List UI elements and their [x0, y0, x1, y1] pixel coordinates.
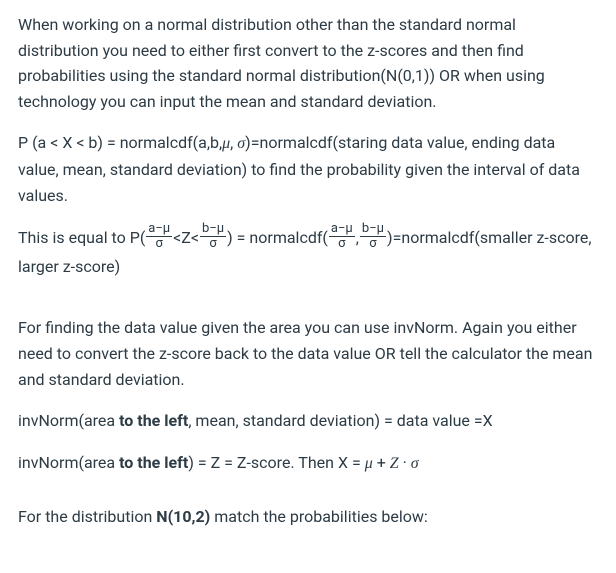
paragraph-question-prompt: For the distribution N(10,2) match the p… [18, 504, 598, 530]
paragraph-invnorm-formula-1: invNorm(area to the left, mean, standard… [18, 408, 598, 434]
text-segment: ) = normalcdf( [227, 228, 328, 247]
text-bold: to the left [119, 453, 188, 472]
symbol-sigma: σ [237, 135, 245, 152]
fraction-numerator: b−μ [360, 222, 386, 237]
text-segment: <Z< [173, 228, 199, 247]
fraction: a−μσ [146, 222, 172, 252]
symbol-z: Z [390, 455, 399, 472]
text-segment: + [373, 453, 390, 472]
fraction: a−μσ [329, 222, 355, 252]
fraction-denominator: σ [329, 237, 355, 251]
paragraph-invnorm-intro: For finding the data value given the are… [18, 315, 598, 392]
text-segment: ) = Z = Z-score. Then X = [188, 453, 364, 472]
text-bold: to the left [119, 411, 188, 430]
paragraph-zscore-equivalence: This is equal to P(a−μσ<Z<b−μσ) = normal… [18, 224, 598, 279]
paragraph-intro: When working on a normal distribution ot… [18, 12, 598, 114]
fraction-denominator: σ [146, 237, 172, 251]
fraction-numerator: a−μ [329, 222, 355, 237]
symbol-sigma: σ [411, 455, 419, 472]
paragraph-invnorm-formula-2: invNorm(area to the left) = Z = Z-score.… [18, 450, 598, 477]
text-segment: This is equal to P( [18, 228, 145, 247]
symbol-mu: μ [365, 455, 373, 472]
fraction: b−μσ [360, 222, 386, 252]
symbol-mu: μ [222, 135, 230, 152]
text-segment: For the distribution [18, 507, 156, 526]
fraction-numerator: a−μ [146, 222, 172, 237]
text-segment: , mean, standard deviation) = data value… [188, 411, 492, 430]
text-segment: · [399, 453, 411, 472]
fraction-denominator: σ [360, 237, 386, 251]
text-segment: invNorm(area [18, 411, 119, 430]
text-segment: , [356, 228, 359, 247]
fraction-numerator: b−μ [200, 222, 226, 237]
text-segment: P (a < X < b) = normalcdf(a,b, [18, 133, 222, 152]
paragraph-normalcdf-definition: P (a < X < b) = normalcdf(a,b,μ, σ)=norm… [18, 130, 598, 208]
text-segment: invNorm(area [18, 453, 119, 472]
text-segment: match the probabilities below: [210, 507, 428, 526]
fraction: b−μσ [200, 222, 226, 252]
fraction-denominator: σ [200, 237, 226, 251]
text-bold: N(10,2) [156, 507, 210, 526]
